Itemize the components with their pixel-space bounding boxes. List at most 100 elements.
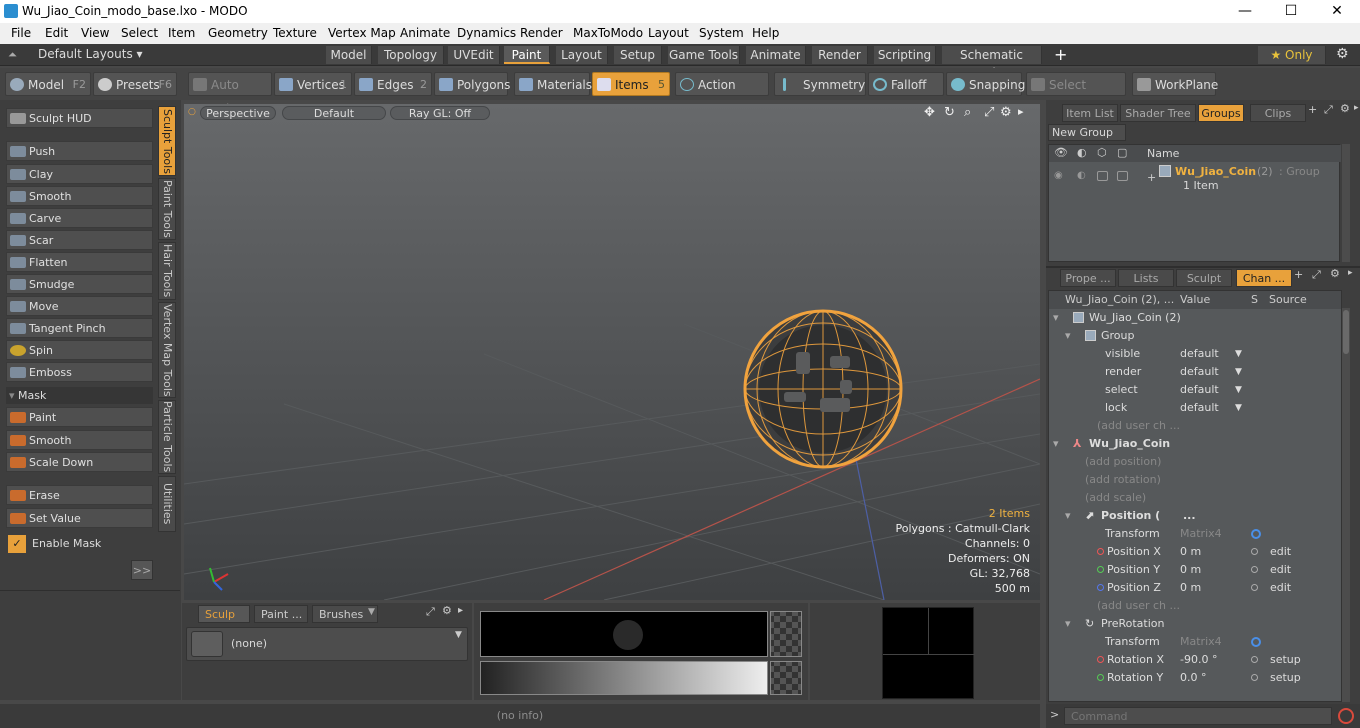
brush-preview[interactable]	[480, 611, 768, 657]
channel-row-select[interactable]: select default ▼	[1053, 381, 1341, 399]
add-channel-tab-icon[interactable]: +	[1294, 268, 1303, 281]
panel-arrow-icon[interactable]: ▸	[458, 605, 463, 616]
channel-row-add-scale[interactable]: (add scale)	[1053, 489, 1341, 507]
channel-value[interactable]: 0 m	[1180, 543, 1201, 561]
tab-scripting[interactable]: Scripting	[874, 46, 936, 64]
snapping-button[interactable]: Snapping	[946, 72, 1025, 96]
menu-edit[interactable]: Edit	[45, 26, 68, 40]
channel-row-add-user-2[interactable]: (add user ch ...	[1053, 597, 1341, 615]
mask-tool-scale-down[interactable]: Scale Down	[6, 452, 153, 472]
source-header[interactable]: Source	[1269, 291, 1307, 309]
menu-animate[interactable]: Animate	[400, 26, 450, 40]
channel-row-mesh-item[interactable]: ▾ ⅄ Wu_Jiao_Coin	[1053, 435, 1341, 453]
channel-row-position-x[interactable]: Position X 0 m edit	[1053, 543, 1341, 561]
tab-uvedit[interactable]: UVEdit	[448, 46, 500, 64]
channel-value[interactable]: default	[1180, 345, 1219, 363]
select-through-button[interactable]: Select Through	[1026, 72, 1126, 116]
tab-model[interactable]: Model	[326, 46, 372, 64]
model-button[interactable]: Model F2	[5, 72, 91, 96]
move-view-icon[interactable]: ✥	[924, 105, 935, 120]
tab-sculpt[interactable]: Sculpt	[1176, 269, 1232, 287]
channel-row-add-user[interactable]: (add user ch ...	[1053, 417, 1341, 435]
tab-lists[interactable]: Lists	[1118, 269, 1174, 287]
menu-maxtomodo[interactable]: MaxToModo	[573, 26, 643, 40]
channels-scrollbar[interactable]	[1342, 308, 1350, 702]
add-tab-icon[interactable]: +	[1308, 103, 1317, 116]
channel-row-group[interactable]: ▾ Group	[1053, 327, 1341, 345]
tool-push[interactable]: Push	[6, 141, 153, 161]
channel-row-render[interactable]: render default ▼	[1053, 363, 1341, 381]
channel-row-rotation-x[interactable]: Rotation X -90.0 ° setup	[1053, 651, 1341, 669]
viewport-options-icon[interactable]: ○	[188, 107, 196, 117]
tool-move[interactable]: Move	[6, 296, 153, 316]
gradient-preview[interactable]	[480, 661, 768, 695]
record-icon[interactable]	[1338, 708, 1354, 724]
sculpt-hud-button[interactable]: Sculpt HUD	[6, 108, 153, 128]
group-lock-toggle[interactable]	[1117, 171, 1128, 181]
viewport-arrow-icon[interactable]: ▸	[1018, 105, 1024, 118]
menu-file[interactable]: File	[11, 26, 31, 40]
groups-maximize-icon[interactable]: ⤢	[1324, 103, 1333, 117]
menu-render[interactable]: Render	[520, 26, 563, 40]
viewport-gear-icon[interactable]: ⚙	[1000, 105, 1012, 120]
channel-value[interactable]: default	[1180, 363, 1219, 381]
vertices-button[interactable]: Vertices 1	[274, 72, 352, 96]
state-circle-icon[interactable]	[1251, 566, 1258, 573]
tool-carve[interactable]: Carve	[6, 208, 153, 228]
channel-value[interactable]: default	[1180, 381, 1219, 399]
command-input[interactable]	[1064, 707, 1332, 725]
channel-row-position-y[interactable]: Position Y 0 m edit	[1053, 561, 1341, 579]
panel-maximize-icon[interactable]: ⤢	[426, 605, 435, 619]
zoom-view-icon[interactable]: ⌕	[964, 105, 971, 120]
mask-tool-smooth[interactable]: Smooth	[6, 430, 153, 450]
groups-scrollbar[interactable]	[1342, 144, 1350, 262]
channels-gear-icon[interactable]: ⚙	[1330, 267, 1340, 280]
lock-icon[interactable]: ▢	[1117, 146, 1127, 159]
group-render-toggle[interactable]: ◐	[1077, 170, 1086, 181]
symmetry-button[interactable]: Symmetry	[774, 72, 866, 96]
auto-select-button[interactable]: Auto Select	[188, 72, 272, 116]
action-center-button[interactable]: Action Center	[675, 72, 769, 116]
visibility-eye-icon[interactable]: 👁	[1054, 146, 1068, 159]
groups-gear-icon[interactable]: ⚙	[1340, 102, 1350, 115]
edges-button[interactable]: Edges 2	[354, 72, 432, 96]
layout-arrow-icon[interactable]: ⏶	[8, 48, 17, 62]
tool-emboss[interactable]: Emboss	[6, 362, 153, 382]
tab-clips[interactable]: Clips	[1250, 104, 1306, 122]
vtab-utilities[interactable]: Utilities	[158, 476, 176, 532]
panel-gear-icon[interactable]: ⚙	[442, 604, 452, 617]
new-group-button[interactable]: New Group	[1048, 124, 1126, 141]
dropdown-arrow-icon[interactable]: ▼	[1235, 363, 1242, 381]
channel-value[interactable]: 0 m	[1180, 561, 1201, 579]
channel-value[interactable]: default	[1180, 399, 1219, 417]
menu-select[interactable]: Select	[121, 26, 158, 40]
polygons-button[interactable]: Polygons	[434, 72, 510, 96]
menu-layout[interactable]: Layout	[648, 26, 689, 40]
materials-button[interactable]: Materials	[514, 72, 592, 96]
gear-icon[interactable]: ⚙	[1336, 46, 1349, 62]
coin-mesh[interactable]	[743, 309, 903, 469]
color-swatch-grid[interactable]	[882, 607, 975, 699]
channel-row-add-position[interactable]: (add position)	[1053, 453, 1341, 471]
vtab-particle-tools[interactable]: Particle Tools	[158, 400, 176, 474]
items-button[interactable]: Items 5	[592, 72, 670, 96]
vtab-sculpt-tools[interactable]: Sculpt Tools	[158, 106, 176, 176]
s-header[interactable]: S	[1251, 291, 1258, 309]
tab-animate[interactable]: Animate	[746, 46, 806, 64]
tab-sculpt-presets[interactable]: Sculp ...	[198, 605, 250, 639]
state-circle-icon[interactable]	[1251, 656, 1258, 663]
groups-arrow-icon[interactable]: ▸	[1354, 103, 1359, 113]
tool-tangent-pinch[interactable]: Tangent Pinch	[6, 318, 153, 338]
channel-row-prerotation[interactable]: ▾ ↻ PreRotation	[1053, 615, 1341, 633]
channel-value[interactable]: 0 m	[1180, 579, 1201, 597]
raygl-toggle[interactable]: Ray GL: Off	[390, 106, 490, 120]
only-toggle[interactable]: ★ Only	[1258, 46, 1326, 64]
mask-tool-erase[interactable]: Erase	[6, 485, 153, 505]
gradient-alpha-swatch[interactable]	[770, 661, 802, 695]
tool-flatten[interactable]: Flatten	[6, 252, 153, 272]
render-icon[interactable]: ◐	[1077, 146, 1087, 159]
expand-panel-button[interactable]: >>	[131, 560, 153, 580]
tab-properties[interactable]: Prope ...	[1060, 269, 1116, 287]
menu-texture[interactable]: Texture	[273, 26, 317, 40]
tab-shader-tree[interactable]: Shader Tree	[1120, 104, 1196, 122]
